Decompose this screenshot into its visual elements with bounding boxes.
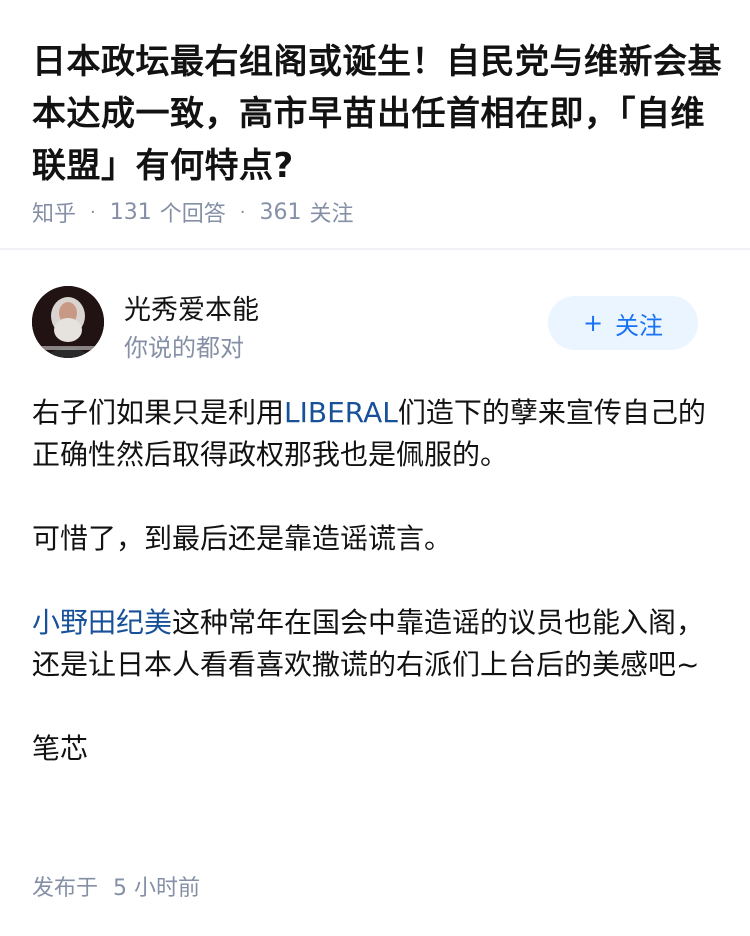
answer-paragraph: 笔芯 (32, 732, 89, 765)
followers-label[interactable]: 关注 (310, 196, 354, 228)
answer-paragraph: 小野田纪美这种常年在国会中靠造谣的议员也能入阁，还是让日本人看看喜欢撒谎的右派们… (32, 602, 722, 686)
source-label[interactable]: 知乎 (32, 196, 76, 228)
separator-dot: · (90, 201, 96, 223)
answer-body: 右子们如果只是利用LIBERAL们造下的孽来宣传自己的正确性然后取得政权那我也是… (32, 392, 722, 812)
publish-info: 发布于 5 小时前 (32, 870, 200, 902)
published-label: 发布于 (32, 876, 99, 901)
published-time: 5 小时前 (113, 876, 201, 901)
avatar[interactable] (32, 286, 104, 358)
answers-label[interactable]: 个回答 (160, 196, 226, 228)
answers-count[interactable]: 131 (110, 200, 152, 225)
question-meta: 知乎 · 131 个回答 · 361 关注 (32, 196, 354, 228)
inline-link-liberal[interactable]: LIBERAL (284, 396, 398, 429)
author-bio: 你说的都对 (124, 334, 244, 362)
author-name[interactable]: 光秀爱本能 (124, 288, 259, 327)
follow-label: 关注 (615, 311, 664, 340)
avatar-image-icon (32, 286, 104, 358)
question-header: 日本政坛最右组阁或诞生！自民党与维新会基本达成一致，高市早苗出任首相在即，「自维… (32, 36, 722, 192)
inline-link-person[interactable]: 小野田纪美 (32, 606, 172, 639)
answer-paragraph: 右子们如果只是利用LIBERAL们造下的孽来宣传自己的正确性然后取得政权那我也是… (32, 392, 722, 476)
paragraph-text: 右子们如果只是利用 (32, 396, 285, 429)
section-divider (0, 248, 750, 250)
author-card: 光秀爱本能 你说的都对 + 关注 (32, 286, 718, 362)
follow-button[interactable]: + 关注 (548, 296, 698, 350)
plus-icon: + (582, 309, 604, 337)
followers-count[interactable]: 361 (260, 200, 302, 225)
question-title[interactable]: 日本政坛最右组阁或诞生！自民党与维新会基本达成一致，高市早苗出任首相在即，「自维… (32, 36, 722, 192)
separator-dot: · (239, 201, 246, 223)
answer-paragraph: 可惜了，到最后还是靠造谣谎言。 (32, 522, 453, 555)
